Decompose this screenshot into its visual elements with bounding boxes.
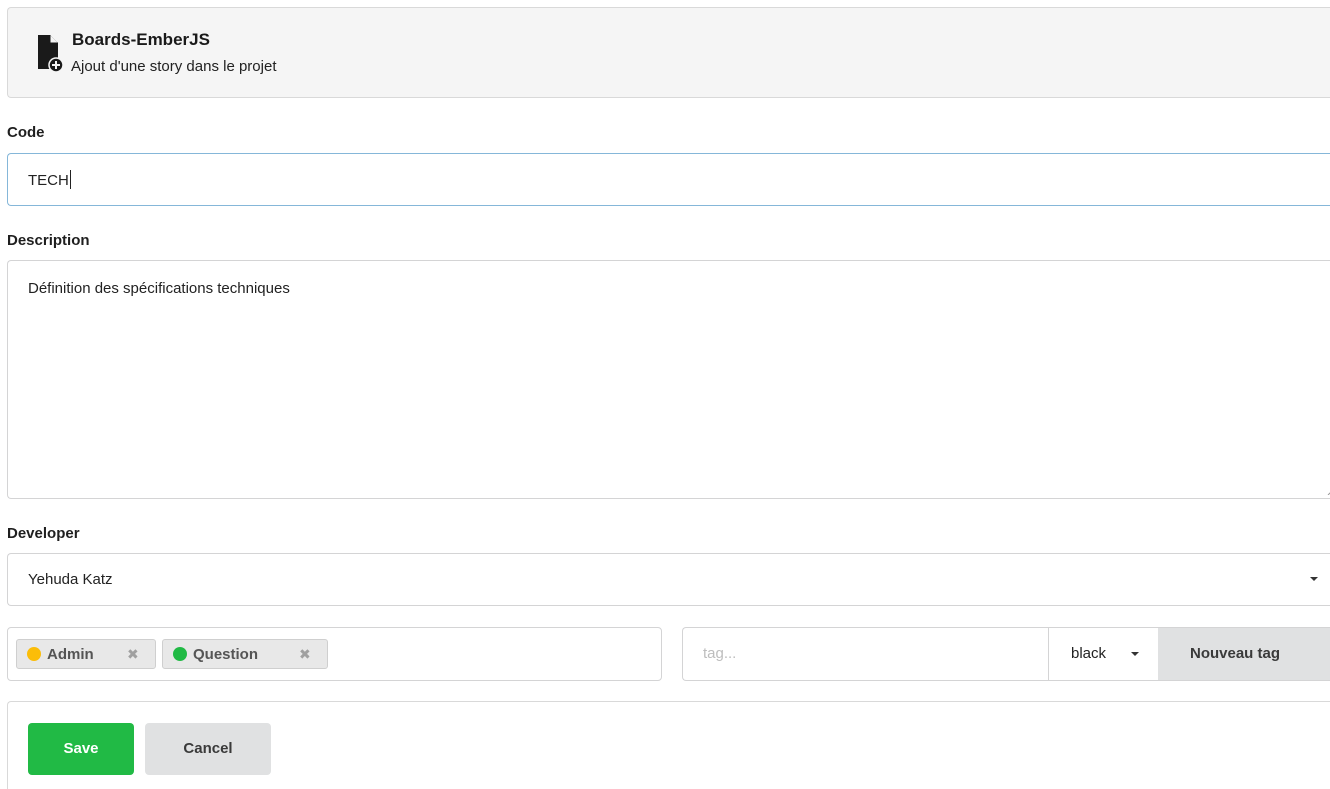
tag-color-value: black xyxy=(1071,645,1107,662)
developer-selected-value: Yehuda Katz xyxy=(28,571,113,588)
developer-label: Developer xyxy=(7,525,80,542)
story-form-page: Boards-EmberJS Ajout d'une story dans le… xyxy=(0,0,1330,789)
developer-select[interactable]: Yehuda Katz xyxy=(7,553,1330,606)
code-label: Code xyxy=(7,124,45,141)
file-add-icon xyxy=(38,35,64,73)
resize-handle-icon[interactable] xyxy=(1326,487,1330,495)
new-tag-button-label: Nouveau tag xyxy=(1190,645,1281,662)
new-tag-button[interactable]: Nouveau tag xyxy=(1158,628,1330,680)
code-input[interactable]: TECH xyxy=(7,153,1330,206)
page-subtitle: Ajout d'une story dans le projet xyxy=(71,58,277,75)
tag-color-select[interactable]: black xyxy=(1048,628,1159,680)
tag-input-placeholder: tag... xyxy=(703,645,737,662)
project-header: Boards-EmberJS Ajout d'une story dans le… xyxy=(7,7,1330,98)
remove-tag-question-icon[interactable]: ✖ xyxy=(299,646,311,663)
project-title: Boards-EmberJS xyxy=(72,30,210,49)
description-value: Définition des spécifications techniques xyxy=(28,280,290,297)
text-caret xyxy=(69,170,71,189)
cancel-button[interactable]: Cancel xyxy=(145,723,271,775)
tag-label: Admin xyxy=(47,646,94,663)
description-textarea[interactable]: Définition des spécifications techniques xyxy=(7,260,1330,499)
chevron-down-icon xyxy=(1131,652,1139,656)
tag-name-input[interactable]: tag... xyxy=(683,628,1048,680)
form-actions: Save Cancel xyxy=(7,701,1330,789)
code-input-value: TECH xyxy=(28,172,69,189)
remove-tag-admin-icon[interactable]: ✖ xyxy=(127,646,139,663)
chevron-down-icon xyxy=(1310,577,1318,581)
tag-list: Admin ✖ Question ✖ xyxy=(7,627,662,681)
tag-admin: Admin ✖ xyxy=(16,639,156,669)
save-button[interactable]: Save xyxy=(28,723,134,775)
tag-color-dot xyxy=(27,647,41,661)
tag-label: Question xyxy=(193,646,259,663)
description-label: Description xyxy=(7,232,90,249)
new-tag-group: tag... black Nouveau tag xyxy=(682,627,1330,681)
tag-question: Question ✖ xyxy=(162,639,328,669)
tag-color-dot xyxy=(173,647,187,661)
